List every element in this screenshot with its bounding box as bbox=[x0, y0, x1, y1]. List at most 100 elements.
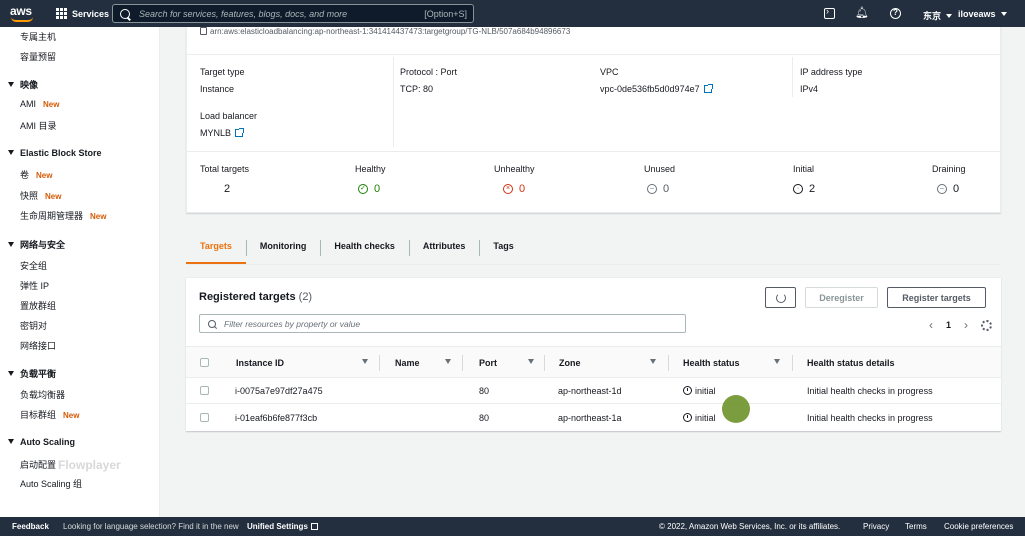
sort-icon[interactable] bbox=[362, 359, 368, 364]
sort-icon[interactable] bbox=[774, 359, 780, 364]
gear-icon[interactable] bbox=[981, 319, 992, 331]
sidebar-item-target-groups[interactable]: 目标群组 New bbox=[20, 408, 79, 421]
terms-link[interactable]: Terms bbox=[905, 522, 927, 531]
minus-circle-icon: – bbox=[647, 184, 657, 194]
column-header-health-status-details[interactable]: Health status details bbox=[807, 358, 895, 368]
refresh-icon bbox=[775, 292, 786, 303]
caret-down-icon bbox=[8, 150, 14, 155]
sidebar-item-ami-catalog[interactable]: AMI 目录 bbox=[20, 119, 57, 132]
select-all-checkbox[interactable] bbox=[200, 358, 209, 367]
sidebar-item-label: 快照 bbox=[20, 191, 39, 201]
copy-icon[interactable] bbox=[200, 27, 207, 35]
stat-label: Healthy bbox=[355, 164, 386, 174]
tab-bar: Targets Monitoring Health checks Attribu… bbox=[186, 232, 1001, 265]
registered-targets-card: Registered targets (2) Deregister Regist… bbox=[186, 277, 1001, 431]
sidebar-item-ami[interactable]: AMI New bbox=[20, 99, 59, 109]
tab-targets[interactable]: Targets bbox=[186, 232, 246, 265]
table-row[interactable]: i-01eaf6b6fe877f3cb 80 ap-northeast-1a i… bbox=[186, 405, 1001, 431]
sidebar-item-label: 生命周期管理器 bbox=[20, 211, 84, 221]
protocol-port: Protocol : Port TCP: 80 bbox=[400, 67, 457, 94]
tab-tags[interactable]: Tags bbox=[479, 232, 527, 265]
filter-placeholder: Filter resources by property or value bbox=[224, 318, 361, 329]
refresh-button[interactable] bbox=[765, 287, 796, 308]
load-balancer-link[interactable]: MYNLB bbox=[200, 128, 257, 138]
services-label: Services bbox=[72, 8, 110, 19]
instance-id-link[interactable]: i-0075a7e97df27a475 bbox=[235, 386, 323, 396]
column-header-instance-id[interactable]: Instance ID bbox=[236, 358, 284, 368]
sidebar-section-load-balancing[interactable]: 负载平衡 bbox=[8, 367, 56, 380]
sort-icon[interactable] bbox=[445, 359, 451, 364]
sidebar-item-security-groups[interactable]: 安全组 bbox=[20, 259, 47, 272]
mouse-cursor-highlight bbox=[722, 395, 750, 423]
main-content: arn:aws:elasticloadbalancing:ap-northeas… bbox=[161, 27, 1025, 517]
clock-icon: · bbox=[793, 184, 803, 194]
caret-down-icon bbox=[1000, 12, 1007, 16]
target-type: Target type Instance bbox=[200, 67, 245, 94]
sidebar-item-network-interfaces[interactable]: 网络接口 bbox=[20, 339, 56, 352]
arn-text: arn:aws:elasticloadbalancing:ap-northeas… bbox=[200, 27, 570, 36]
row-checkbox[interactable] bbox=[200, 386, 209, 395]
cloudshell-icon[interactable] bbox=[824, 6, 835, 19]
sidebar-item-capacity-reservations[interactable]: 容量预留 bbox=[20, 50, 56, 63]
global-search-input[interactable]: Search for services, features, blogs, do… bbox=[112, 4, 474, 23]
aws-logo[interactable]: aws bbox=[8, 4, 42, 24]
column-header-health-status[interactable]: Health status bbox=[683, 358, 740, 368]
clock-icon bbox=[683, 386, 692, 395]
sidebar-item-auto-scaling-groups[interactable]: Auto Scaling 组 bbox=[20, 477, 82, 490]
row-checkbox[interactable] bbox=[200, 413, 209, 422]
column-header-name[interactable]: Name bbox=[395, 358, 420, 368]
zone-value: ap-northeast-1a bbox=[558, 413, 622, 423]
services-menu-button[interactable]: Services bbox=[56, 8, 109, 19]
vpc-link[interactable]: vpc-0de536fb5d0d974e7 bbox=[600, 84, 713, 94]
instance-id-link[interactable]: i-01eaf6b6fe877f3cb bbox=[235, 413, 317, 423]
sidebar-item-launch-configurations[interactable]: 启动配置 bbox=[20, 458, 56, 471]
caret-down-icon bbox=[8, 242, 14, 247]
tab-attributes[interactable]: Attributes bbox=[408, 232, 480, 265]
table-row[interactable]: i-0075a7e97df27a475 80 ap-northeast-1d i… bbox=[186, 378, 1001, 404]
search-icon bbox=[208, 319, 216, 328]
cookie-preferences-link[interactable]: Cookie preferences bbox=[944, 522, 1013, 531]
page-number[interactable]: 1 bbox=[946, 320, 951, 330]
privacy-link[interactable]: Privacy bbox=[863, 522, 889, 531]
sidebar-item-key-pairs[interactable]: 密钥对 bbox=[20, 319, 47, 332]
tab-monitoring[interactable]: Monitoring bbox=[245, 232, 321, 265]
region-selector[interactable]: 东京 bbox=[923, 9, 953, 22]
register-targets-button[interactable]: Register targets bbox=[887, 287, 986, 308]
language-hint: Looking for language selection? Find it … bbox=[63, 522, 239, 531]
sidebar-section-ebs[interactable]: Elastic Block Store bbox=[8, 148, 102, 158]
new-badge: New bbox=[36, 171, 53, 180]
sidebar-item-dedicated-hosts[interactable]: 专属主机 bbox=[20, 30, 56, 43]
chevron-right-icon[interactable]: › bbox=[964, 318, 968, 332]
filter-input[interactable]: Filter resources by property or value bbox=[199, 314, 686, 333]
column-header-port[interactable]: Port bbox=[479, 358, 497, 368]
sort-icon[interactable] bbox=[528, 359, 534, 364]
feedback-link[interactable]: Feedback bbox=[12, 522, 49, 531]
sidebar-item-load-balancers[interactable]: 负载均衡器 bbox=[20, 388, 65, 401]
sidebar-item-placement-groups[interactable]: 置放群组 bbox=[20, 299, 56, 312]
stat-value: 2 bbox=[224, 183, 231, 195]
stat-label: Draining bbox=[932, 164, 966, 174]
new-badge: New bbox=[45, 192, 62, 201]
chevron-left-icon[interactable]: ‹ bbox=[929, 318, 933, 332]
sort-icon[interactable] bbox=[650, 359, 656, 364]
column-header-zone[interactable]: Zone bbox=[559, 358, 581, 368]
deregister-button[interactable]: Deregister bbox=[805, 287, 878, 308]
sidebar-section-images[interactable]: 映像 bbox=[8, 78, 38, 91]
unified-settings-link[interactable]: Unified Settings bbox=[247, 522, 318, 531]
help-icon[interactable]: ? bbox=[890, 8, 901, 19]
tab-health-checks[interactable]: Health checks bbox=[320, 232, 409, 265]
clock-icon bbox=[683, 413, 692, 422]
sidebar-item-snapshots[interactable]: 快照 New bbox=[20, 189, 61, 202]
sidebar-item-elastic-ip[interactable]: 弹性 IP bbox=[20, 279, 49, 292]
load-balancer-label: Load balancer bbox=[200, 111, 258, 121]
sidebar-item-lifecycle-manager[interactable]: 生命周期管理器 New bbox=[20, 209, 106, 222]
caret-down-icon bbox=[946, 14, 953, 18]
sidebar-section-network-security[interactable]: 网络与安全 bbox=[8, 238, 65, 251]
sidebar-item-volumes[interactable]: 卷 New bbox=[20, 168, 52, 181]
sidebar-item-label: 目标群组 bbox=[20, 410, 57, 420]
bell-icon[interactable]: 🔔︎ bbox=[855, 6, 869, 19]
stat-value: 0 bbox=[953, 183, 960, 195]
ip-type-label: IP address type bbox=[800, 67, 863, 77]
sidebar-section-auto-scaling[interactable]: Auto Scaling bbox=[8, 437, 75, 447]
account-menu[interactable]: iloveaws bbox=[958, 9, 1007, 19]
